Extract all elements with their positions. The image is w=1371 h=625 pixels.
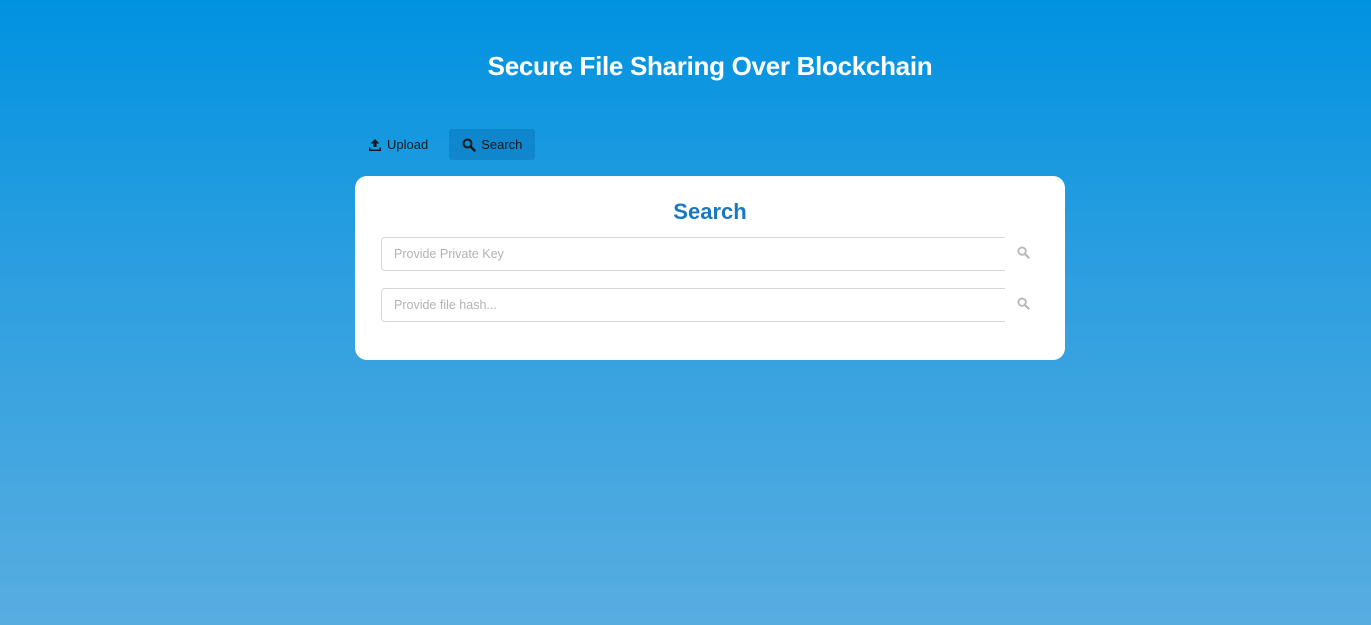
private-key-search-button[interactable] <box>1005 237 1041 271</box>
search-card: Search <box>355 176 1065 360</box>
file-hash-input[interactable] <box>381 288 1005 322</box>
tab-upload-label: Upload <box>387 137 429 152</box>
search-icon <box>1016 297 1030 313</box>
search-icon <box>462 138 476 152</box>
upload-icon <box>368 138 382 152</box>
private-key-input[interactable] <box>381 237 1005 271</box>
card-title: Search <box>673 199 747 224</box>
file-hash-row <box>381 288 1041 322</box>
file-hash-search-button[interactable] <box>1005 288 1041 322</box>
page-title: Secure File Sharing Over Blockchain <box>487 51 933 81</box>
tab-search[interactable]: Search <box>449 129 536 160</box>
private-key-row <box>381 237 1041 271</box>
search-icon <box>1016 246 1030 262</box>
tab-search-label: Search <box>481 137 523 152</box>
tab-bar: Upload Search <box>355 129 536 160</box>
tab-upload[interactable]: Upload <box>355 129 441 160</box>
